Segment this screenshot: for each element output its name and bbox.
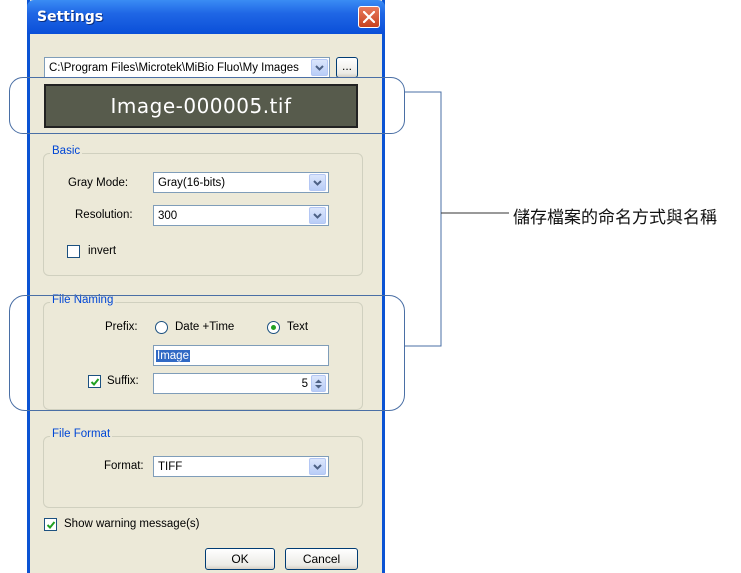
gray-mode-dropdown-button[interactable] [309,174,326,191]
format-label: Format: [104,460,144,472]
basic-legend: Basic [50,145,83,157]
save-path-dropdown-button[interactable] [311,59,328,76]
format-value: TIFF [158,461,183,473]
show-warning-label: Show warning message(s) [64,518,200,530]
chevron-down-icon [313,180,322,186]
window-title: Settings [37,9,104,25]
save-path-select[interactable]: C:\Program Files\Microtek\MiBio Fluo\My … [44,57,330,78]
invert-checkbox[interactable] [67,245,80,258]
gray-mode-select[interactable]: Gray(16-bits) [153,172,329,193]
resolution-select[interactable]: 300 [153,205,329,226]
check-icon [46,521,56,529]
chevron-down-icon [313,213,322,219]
preview-highlight-bracket [9,77,405,134]
gray-mode-value: Gray(16-bits) [158,177,226,189]
close-button[interactable] [358,6,380,28]
close-icon [363,11,375,23]
annotation-connector [405,91,509,347]
chevron-down-icon [313,464,322,470]
invert-label: invert [88,245,117,257]
gray-mode-label: Gray Mode: [68,177,129,189]
resolution-value: 300 [158,210,178,222]
chevron-down-icon [315,65,324,71]
format-select[interactable]: TIFF [153,456,329,477]
file-format-legend: File Format [50,428,113,440]
annotation-label: 儲存檔案的命名方式與名稱 [513,208,717,228]
show-warning-checkbox[interactable] [44,518,57,531]
save-path-value: C:\Program Files\Microtek\MiBio Fluo\My … [49,62,299,74]
resolution-label: Resolution: [75,209,133,221]
file-naming-highlight-bracket [9,295,405,411]
ok-button[interactable]: OK [205,548,275,570]
format-dropdown-button[interactable] [309,458,326,475]
browse-button[interactable]: ... [336,57,358,78]
resolution-dropdown-button[interactable] [309,207,326,224]
cancel-button[interactable]: Cancel [285,548,358,570]
